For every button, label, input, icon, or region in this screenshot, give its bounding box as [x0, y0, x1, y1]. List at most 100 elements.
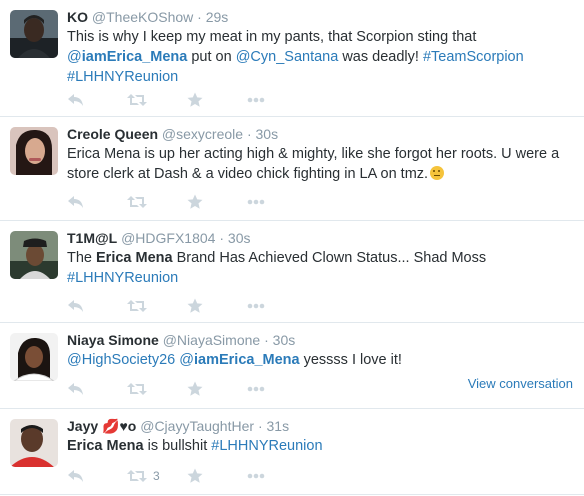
reply-button[interactable] — [67, 380, 127, 398]
separator: · — [219, 230, 225, 246]
retweet-button[interactable] — [127, 297, 187, 315]
tweet[interactable]: Creole Queen @sexycreole · 30s Erica Men… — [0, 117, 584, 221]
tweet-header: T1M@L @HDGFX1804 · 30s — [67, 229, 250, 247]
tweet-text: Erica Mena is bullshit #LHHNYReunion — [67, 436, 572, 456]
reply-icon — [68, 470, 83, 482]
more-button[interactable] — [247, 380, 307, 398]
tweet-link[interactable]: iamErica_Mena — [82, 49, 188, 65]
tweet-text-highlight: Erica Mena — [96, 250, 173, 266]
retweet-icon — [127, 196, 147, 208]
avatar[interactable] — [10, 231, 58, 279]
tweet[interactable]: Niaya Simone @NiayaSimone · 30s @HighSoc… — [0, 323, 584, 409]
username[interactable]: @sexycreole — [162, 126, 243, 142]
tweet-link[interactable]: #TeamScorpion — [423, 49, 524, 65]
timestamp[interactable]: 30s — [273, 332, 296, 348]
favorite-button[interactable] — [187, 380, 247, 398]
fullname[interactable]: T1M@L — [67, 230, 117, 246]
reply-button[interactable] — [67, 467, 127, 485]
tweet-link[interactable]: #LHHNYReunion — [67, 270, 178, 286]
tweet-text-segment: put on — [187, 49, 236, 65]
timestamp[interactable]: 31s — [267, 418, 290, 434]
username[interactable]: @CjayyTaughtHer — [140, 418, 254, 434]
view-conversation-link[interactable]: View conversation — [468, 376, 573, 391]
fullname[interactable]: KO — [67, 9, 88, 25]
avatar[interactable] — [10, 127, 58, 175]
more-button[interactable] — [247, 297, 307, 315]
reply-button[interactable] — [67, 193, 127, 211]
username[interactable]: @TheeKOShow — [92, 9, 193, 25]
avatar[interactable] — [10, 10, 58, 58]
separator: · — [257, 418, 263, 434]
reply-icon — [68, 383, 83, 395]
tweet-text-segment: is bullshit — [143, 438, 212, 454]
tweet-text-segment: yessss I love it! — [299, 352, 402, 368]
tweet[interactable]: KO @TheeKOShow · 29s This is why I keep … — [0, 0, 584, 117]
separator: · — [264, 332, 269, 348]
fullname[interactable]: Creole Queen — [67, 126, 158, 142]
tweet-header: Creole Queen @sexycreole · 30s — [67, 125, 278, 143]
fullname[interactable]: Jayy 💋♥o — [67, 418, 136, 434]
tweet-header: Niaya Simone @NiayaSimone · 30s — [67, 331, 295, 349]
timestamp[interactable]: 30s — [256, 126, 279, 142]
tweet-timeline: KO @TheeKOShow · 29s This is why I keep … — [0, 0, 584, 496]
tweet-actions — [67, 193, 307, 211]
tweet-link[interactable]: @ — [179, 352, 194, 368]
retweet-button[interactable]: 3 — [127, 467, 187, 485]
retweet-button[interactable] — [127, 380, 187, 398]
tweet-text-segment: This is why I keep my meat in my pants, … — [67, 29, 477, 45]
star-icon — [187, 298, 203, 313]
retweet-count: 3 — [153, 469, 160, 483]
tweet-text: @HighSociety26 @iamErica_Mena yessss I l… — [67, 350, 572, 370]
retweet-button[interactable] — [127, 91, 187, 109]
username[interactable]: @HDGFX1804 — [121, 230, 215, 246]
reply-icon — [68, 196, 83, 208]
tweet-actions — [67, 91, 307, 109]
username[interactable]: @NiayaSimone — [163, 332, 260, 348]
star-icon — [187, 194, 203, 209]
star-icon — [187, 92, 203, 107]
favorite-button[interactable] — [187, 193, 247, 211]
tweet-text-highlight: Erica Mena — [67, 438, 144, 454]
favorite-button[interactable] — [187, 467, 247, 485]
more-button[interactable] — [247, 91, 307, 109]
retweet-icon — [127, 300, 147, 312]
favorite-button[interactable] — [187, 91, 247, 109]
more-button[interactable] — [247, 193, 307, 211]
more-icon — [247, 386, 265, 392]
separator: · — [246, 126, 252, 142]
timestamp[interactable]: 29s — [206, 9, 229, 25]
reply-icon — [68, 94, 83, 106]
reply-button[interactable] — [67, 297, 127, 315]
tweet-text: This is why I keep my meat in my pants, … — [67, 27, 572, 87]
favorite-button[interactable] — [187, 297, 247, 315]
tweet-actions — [67, 380, 307, 398]
tweet[interactable]: Jayy 💋♥o @CjayyTaughtHer · 31s Erica Men… — [0, 409, 584, 495]
tweet-text: The Erica Mena Brand Has Achieved Clown … — [67, 248, 572, 288]
tweet-link[interactable]: #LHHNYReunion — [211, 438, 322, 454]
tweet-text-segment: Brand Has Achieved Clown Status... Shad … — [172, 250, 487, 266]
retweet-icon — [127, 470, 147, 482]
tweet-link[interactable]: @ — [67, 49, 82, 65]
tweet-link[interactable]: @HighSociety26 — [67, 352, 175, 368]
tweet-link[interactable]: #LHHNYReunion — [67, 69, 178, 85]
tweet[interactable]: T1M@L @HDGFX1804 · 30s The Erica Mena Br… — [0, 221, 584, 323]
separator: · — [197, 9, 202, 25]
retweet-button[interactable] — [127, 193, 187, 211]
star-icon — [187, 381, 203, 396]
more-icon — [247, 303, 265, 309]
avatar[interactable] — [10, 333, 58, 381]
retweet-icon — [127, 94, 147, 106]
tweet-text: Erica Mena is up her acting high & might… — [67, 144, 572, 184]
reply-button[interactable] — [67, 91, 127, 109]
more-button[interactable] — [247, 467, 307, 485]
timestamp[interactable]: 30s — [228, 230, 251, 246]
tweet-link[interactable]: @Cyn_Santana — [236, 49, 339, 65]
tweet-text-segment: Erica Mena is up her acting high & might… — [67, 146, 560, 182]
avatar[interactable] — [10, 419, 58, 467]
fullname[interactable]: Niaya Simone — [67, 332, 159, 348]
reply-icon — [68, 300, 83, 312]
tweet-link[interactable]: iamErica_Mena — [194, 352, 300, 368]
unamused-face-emoji-icon — [430, 166, 445, 180]
tweet-text-segment: The — [67, 250, 97, 266]
more-icon — [247, 473, 265, 479]
